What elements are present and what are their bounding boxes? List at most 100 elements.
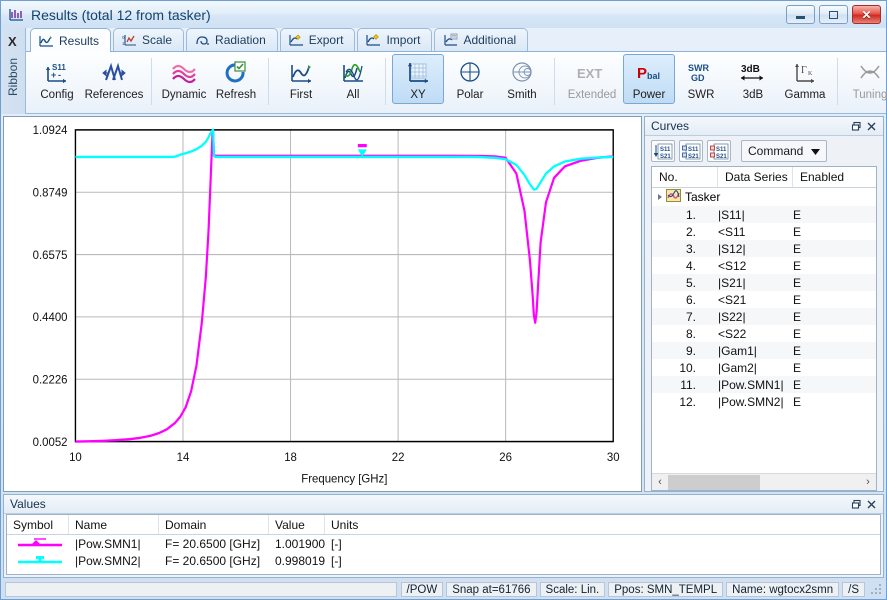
- curve-series: |S11|: [718, 208, 793, 222]
- table-row[interactable]: 8.<S22E: [652, 325, 876, 342]
- scale-icon: 0 1: [122, 33, 137, 47]
- scroll-track[interactable]: [668, 475, 860, 490]
- smith-button[interactable]: Smith: [496, 54, 548, 104]
- scroll-right-icon[interactable]: ›: [860, 476, 876, 488]
- curves-hscrollbar[interactable]: ‹ ›: [652, 473, 876, 490]
- curve-series: <S12: [718, 259, 793, 273]
- curve-no: 4.: [652, 259, 718, 273]
- command-dropdown[interactable]: Command: [741, 140, 827, 162]
- values-restore-icon[interactable]: [849, 497, 864, 512]
- curves-list-body: Tasker 1.|S11|E2.<S11E3.|S12|E4.<S12E5.|…: [652, 188, 876, 473]
- svg-text:S21: S21: [716, 154, 727, 160]
- svg-text:K: K: [808, 71, 813, 77]
- first-button[interactable]: First: [275, 54, 327, 104]
- smith-chart-icon: [509, 58, 535, 88]
- swr-button[interactable]: SWR GD SWR: [675, 54, 727, 104]
- svg-text:GD: GD: [691, 73, 705, 83]
- table-row[interactable]: 4.<S12E: [652, 257, 876, 274]
- maximize-button[interactable]: [819, 5, 848, 24]
- xy-button[interactable]: XY: [392, 54, 444, 104]
- dynamic-button[interactable]: Dynamic: [158, 54, 210, 104]
- xy-plot[interactable]: 0.00520.22260.44000.65750.87491.09241014…: [4, 117, 641, 491]
- table-row[interactable]: 3.|S12|E: [652, 240, 876, 257]
- curve-no: 7.: [652, 310, 718, 324]
- table-row[interactable]: 12.|Pow.SMN2|E: [652, 393, 876, 410]
- table-row[interactable]: 9.|Gam1|E: [652, 342, 876, 359]
- table-row[interactable]: 10.|Gam2|E: [652, 359, 876, 376]
- ribbon-collapse-button[interactable]: X: [8, 34, 17, 49]
- polar-button[interactable]: Polar: [444, 54, 496, 104]
- tab-results[interactable]: Results: [30, 28, 111, 52]
- tuning-button[interactable]: Tuning: [844, 54, 887, 104]
- dynamic-waves-icon: [170, 58, 198, 88]
- chart-pane[interactable]: 0.00520.22260.44000.65750.87491.09241014…: [3, 116, 642, 492]
- table-row[interactable]: 11.|Pow.SMN1|E: [652, 376, 876, 393]
- scroll-thumb[interactable]: [668, 475, 760, 490]
- command-label: Command: [748, 144, 803, 158]
- results-window: Results (total 12 from tasker) ✕ X Ribbo…: [0, 0, 887, 600]
- all-curves-icon: [340, 58, 366, 88]
- curve-enable-button[interactable]: S11 S21: [679, 140, 703, 162]
- curve-series: |Gam2|: [718, 361, 793, 375]
- svg-text:P: P: [637, 65, 647, 82]
- values-name: |Pow.SMN1|: [69, 537, 159, 551]
- values-row[interactable]: |Pow.SMN2|F= 20.6500 [GHz]0.998019[-]: [7, 552, 880, 569]
- curves-list[interactable]: No. Data Series Enabled: [651, 166, 877, 491]
- tab-scale[interactable]: 0 1 Scale: [113, 28, 184, 51]
- curve-series: |Pow.SMN1|: [718, 378, 793, 392]
- values-close-icon[interactable]: [864, 497, 879, 512]
- svg-text:3dB: 3dB: [741, 64, 760, 75]
- gamma-button[interactable]: Γ K Gamma: [779, 54, 831, 104]
- tab-additional-label: Additional: [463, 33, 516, 47]
- curve-series: |Gam1|: [718, 344, 793, 358]
- all-button[interactable]: All: [327, 54, 379, 104]
- curves-group-row[interactable]: Tasker: [652, 188, 876, 206]
- tab-export[interactable]: Export: [280, 28, 356, 51]
- 3db-button[interactable]: 3dB 3dB: [727, 54, 779, 104]
- table-row[interactable]: 1.|S11|E: [652, 206, 876, 223]
- config-button[interactable]: S11 + - Config: [31, 54, 83, 104]
- 3db-icon: 3dB: [738, 58, 768, 88]
- tasker-curve-icon: [666, 189, 681, 205]
- curve-enabled: E: [793, 344, 876, 358]
- tab-radiation-label: Radiation: [215, 33, 266, 47]
- curve-remove-button[interactable]: S11 S21: [707, 140, 731, 162]
- refresh-button[interactable]: Refresh: [210, 54, 262, 104]
- tab-additional[interactable]: Additional: [434, 28, 528, 51]
- curve-series: |S12|: [718, 242, 793, 256]
- close-button[interactable]: ✕: [852, 5, 881, 24]
- scroll-left-icon[interactable]: ‹: [652, 476, 668, 488]
- column-symbol: Symbol: [7, 515, 69, 534]
- tab-radiation[interactable]: Radiation: [186, 28, 278, 51]
- extended-button[interactable]: EXT Extended: [561, 54, 623, 104]
- import-icon: [366, 33, 381, 47]
- first-label: First: [290, 89, 312, 101]
- column-name: Name: [69, 515, 159, 534]
- tab-scale-label: Scale: [142, 33, 172, 47]
- ribbon-commands: S11 + - Config: [26, 52, 886, 114]
- curve-series: |S22|: [718, 310, 793, 324]
- expand-triangle-icon[interactable]: [658, 194, 662, 200]
- table-row[interactable]: 2.<S11E: [652, 223, 876, 240]
- tab-import-label: Import: [386, 33, 420, 47]
- curves-toolbar: S11 S21 S11 S21: [645, 136, 883, 166]
- minimize-button[interactable]: [786, 5, 815, 24]
- table-row[interactable]: 5.|S21|E: [652, 274, 876, 291]
- table-row[interactable]: 7.|S22|E: [652, 308, 876, 325]
- radiation-icon: [195, 33, 210, 47]
- references-button[interactable]: References: [83, 54, 145, 104]
- curve-enabled: E: [793, 378, 876, 392]
- table-row[interactable]: 6.<S21E: [652, 291, 876, 308]
- y-tick-label: 0.6575: [33, 247, 68, 262]
- curve-add-button[interactable]: S11 S21: [651, 140, 675, 162]
- additional-icon: [443, 33, 458, 47]
- swr-label: SWR: [688, 89, 715, 101]
- curve-enabled: E: [793, 242, 876, 256]
- power-button[interactable]: P bal Power: [623, 54, 675, 104]
- resize-grip-icon[interactable]: [870, 583, 884, 597]
- values-row[interactable]: |Pow.SMN1|F= 20.6500 [GHz]1.001900[-]: [7, 535, 880, 552]
- curves-restore-icon[interactable]: [849, 119, 864, 134]
- curves-close-icon[interactable]: [864, 119, 879, 134]
- y-tick-label: 0.8749: [33, 185, 68, 200]
- tab-import[interactable]: Import: [357, 28, 432, 51]
